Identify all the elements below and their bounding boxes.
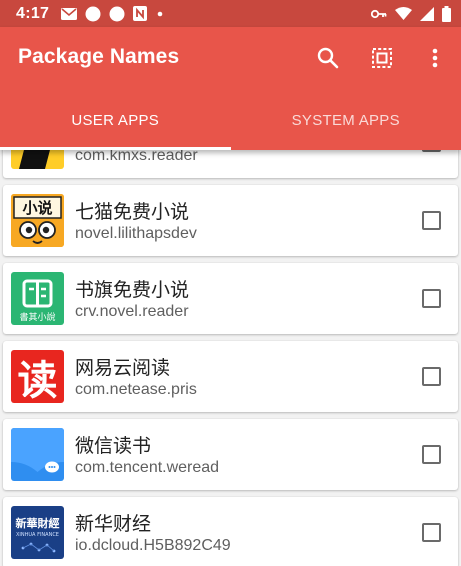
dot-icon [155,9,165,19]
netease-icon-text: 读 [18,358,58,403]
status-time: 4:17 [16,4,50,22]
app-name: 书旗免费小说 [75,280,190,301]
battery-icon [442,5,451,22]
select-checkbox[interactable] [422,211,441,230]
app-bar: Package Names USER APPS SYSTEM APPS [0,27,461,150]
circle-icon [109,6,125,22]
shuqi-icon: 書其小說 [11,272,64,325]
package-name: novel.lilithapsdev [75,225,197,242]
more-vert-icon [432,48,438,68]
key-icon [371,9,387,19]
netease-read-icon: 读 [11,350,64,403]
select-checkbox[interactable] [422,150,441,152]
package-name: com.tencent.weread [75,459,220,476]
package-name: com.netease.pris [75,381,197,398]
select-checkbox[interactable] [422,289,441,308]
app-list: com.kmxs.reader 小说 七猫免费小说 novel.lilithap… [0,150,461,566]
search-icon [317,47,339,69]
list-item[interactable]: 微信读书 com.tencent.weread [3,419,458,490]
list-item[interactable]: com.kmxs.reader [3,150,458,178]
n-badge-icon [133,6,148,21]
list-item[interactable]: 新華財經 XINHUA FINANCE 新华财经 io.dcloud.H5B89… [3,497,458,566]
qimao-icon-text: 小说 [22,199,52,217]
circle-icon [85,6,101,22]
package-name: crv.novel.reader [75,303,189,320]
select-checkbox[interactable] [422,445,441,464]
qimao-icon: 小说 [11,194,64,247]
select-checkbox[interactable] [422,523,441,542]
mail-icon [61,7,78,20]
package-name: com.kmxs.reader [75,150,198,164]
more-options-button[interactable] [415,41,455,75]
select-all-icon [372,48,392,68]
list-item[interactable]: 小说 七猫免费小说 novel.lilithapsdev [3,185,458,256]
signal-icon [420,6,434,21]
tab-user-apps[interactable]: USER APPS [0,90,231,150]
xinhua-icon: 新華財經 XINHUA FINANCE [11,506,64,559]
status-right-icons [371,5,451,22]
select-checkbox[interactable] [422,367,441,386]
search-button[interactable] [308,41,348,75]
weread-icon [11,428,64,481]
app-name: 网易云阅读 [75,358,171,379]
list-item[interactable]: 读 网易云阅读 com.netease.pris [3,341,458,412]
app-name: 新华财经 [75,514,152,535]
select-all-button[interactable] [362,41,402,75]
page-title: Package Names [18,45,180,68]
shuqi-icon-text: 書其小說 [19,311,55,323]
wifi-icon [395,7,412,20]
status-bar: 4:17 [0,0,461,27]
list-item[interactable]: 書其小說 书旗免费小说 crv.novel.reader [3,263,458,334]
xinhua-icon-subtext: XINHUA FINANCE [16,532,59,538]
tab-system-apps[interactable]: SYSTEM APPS [231,90,461,150]
status-left-icons [61,6,165,22]
package-name: io.dcloud.H5B892C49 [75,537,231,554]
tab-bar: USER APPS SYSTEM APPS [0,90,461,150]
kmxs-icon [11,150,64,169]
app-name: 七猫免费小说 [75,202,190,223]
app-name: 微信读书 [75,436,152,457]
xinhua-icon-text: 新華財經 [16,516,60,530]
